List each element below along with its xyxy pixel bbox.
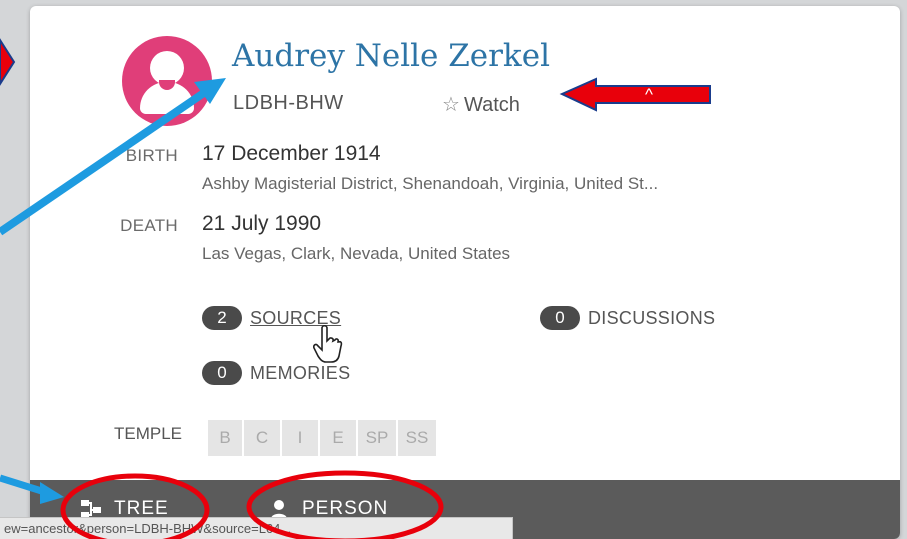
birth-label: BIRTH <box>125 146 178 165</box>
ordinance-b[interactable]: B <box>208 420 242 456</box>
temple-label: TEMPLE <box>114 424 183 443</box>
red-arrow-left-icon <box>0 38 16 86</box>
death-place: Las Vegas, Clark, Nevada, United States <box>202 244 511 263</box>
person-name-link[interactable]: Audrey Nelle Zerkel <box>232 38 550 74</box>
ordinance-e[interactable]: E <box>320 420 356 456</box>
memories-count-badge: 0 <box>202 361 242 385</box>
ordinance-i[interactable]: I <box>282 420 318 456</box>
ordinance-c[interactable]: C <box>244 420 280 456</box>
death-date: 21 July 1990 <box>202 212 322 235</box>
birth-date: 17 December 1914 <box>202 142 381 165</box>
birth-place: Ashby Magisterial District, Shenandoah, … <box>202 174 659 193</box>
hand-cursor-icon <box>313 324 343 363</box>
memories-link[interactable]: MEMORIES <box>250 363 350 384</box>
status-bar-url: ew=ancestor&person=LDBH-BHW&source=L64..… <box>0 517 513 539</box>
person-card: Audrey Nelle Zerkel LDBH-BHW ☆ Watch BIRT… <box>30 6 900 539</box>
watch-button[interactable]: ☆ Watch <box>442 92 520 117</box>
discussions-count-badge: 0 <box>540 306 580 330</box>
discussions-counter[interactable]: 0 DISCUSSIONS <box>540 305 715 331</box>
sources-count-badge: 2 <box>202 306 242 330</box>
star-icon: ☆ <box>442 94 460 116</box>
ordinance-ss[interactable]: SS <box>398 420 436 456</box>
avatar-female-icon <box>122 36 212 126</box>
memories-counter[interactable]: 0 MEMORIES <box>202 360 350 386</box>
person-id: LDBH-BHW <box>233 92 344 114</box>
discussions-link[interactable]: DISCUSSIONS <box>588 308 715 329</box>
ordinance-sp[interactable]: SP <box>358 420 396 456</box>
death-label: DEATH <box>120 216 178 235</box>
watch-label: Watch <box>463 94 520 116</box>
